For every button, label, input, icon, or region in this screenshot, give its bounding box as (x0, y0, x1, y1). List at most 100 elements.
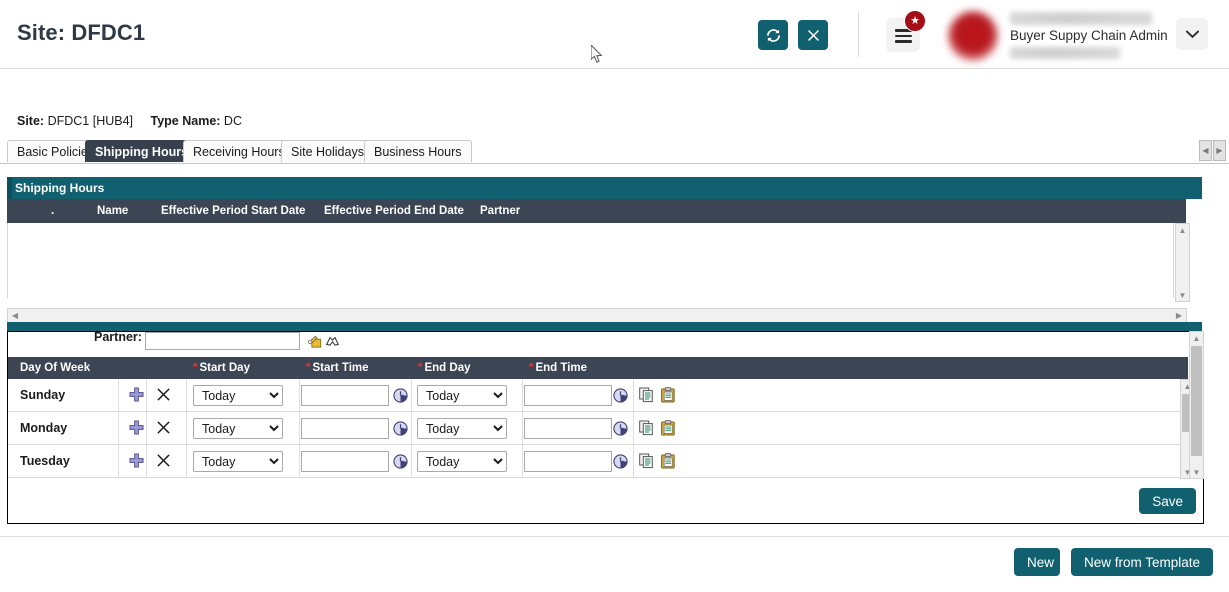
grid-col-partner[interactable]: Partner (480, 199, 520, 223)
start-time-input[interactable] (301, 385, 389, 406)
header-divider (858, 12, 859, 57)
grid-horizontal-scrollbar[interactable]: ◀ ▶ (7, 308, 1187, 323)
breadcrumb-type-label: Type Name: (151, 114, 221, 128)
detail-column-header: Day Of Week *Start Day *Start Time *End … (8, 357, 1188, 379)
panel-scroll-up-arrow[interactable]: ▲ (1190, 332, 1203, 344)
grid-scroll-down-arrow[interactable]: ▼ (1176, 289, 1189, 301)
end-time-input[interactable] (524, 385, 612, 406)
grid-col-end-date[interactable]: Effective Period End Date (324, 199, 464, 223)
panel-vertical-scrollbar[interactable]: ▲ ▼ (1189, 331, 1204, 479)
end-day-select[interactable]: Today (417, 451, 507, 472)
paste-icon[interactable] (661, 420, 675, 436)
end-day-select[interactable]: Today (417, 385, 507, 406)
grid-title-text: Shipping Hours (15, 181, 104, 195)
tab-receiving-hours[interactable]: Receiving Hours (183, 140, 295, 162)
table-row: Tuesday Today Today (8, 445, 1180, 478)
footer-separator (0, 536, 1229, 537)
plus-icon[interactable] (129, 387, 144, 402)
user-menu-button[interactable] (1176, 18, 1208, 50)
close-button[interactable] (798, 20, 828, 50)
page-title: Site: DFDC1 (17, 20, 145, 46)
refresh-button[interactable] (758, 20, 788, 50)
grid-col-start-date[interactable]: Effective Period Start Date (161, 199, 305, 223)
refresh-icon (766, 28, 781, 43)
row-day-label: Sunday (20, 379, 65, 411)
plus-icon[interactable] (129, 420, 144, 435)
breadcrumb: Site: DFDC1 [HUB4] Type Name: DC (17, 114, 256, 128)
col-day-of-week[interactable]: Day Of Week (20, 357, 90, 379)
clock-icon[interactable] (613, 388, 628, 403)
paste-icon[interactable] (661, 387, 675, 403)
start-day-select[interactable]: Today (193, 451, 283, 472)
col-end-time[interactable]: *End Time (529, 357, 587, 379)
new-button[interactable]: New (1014, 548, 1060, 576)
end-time-input[interactable] (524, 418, 612, 439)
sub-header: Site: DFDC1 [HUB4] Type Name: DC (0, 69, 1229, 139)
clock-icon[interactable] (393, 388, 408, 403)
lookup-icon[interactable] (307, 334, 322, 348)
chevron-down-icon (1186, 30, 1199, 39)
required-marker: * (529, 362, 533, 374)
paste-icon[interactable] (661, 453, 675, 469)
row-day-label: Tuesday (20, 445, 70, 477)
end-time-input[interactable] (524, 451, 612, 472)
app-root: Site: DFDC1 ★ Buyer Suppy Chain Admin (0, 0, 1229, 592)
tab-scroll-left-button[interactable]: ◀ (1199, 140, 1212, 161)
breadcrumb-type-value: DC (224, 114, 242, 128)
start-day-select[interactable]: Today (193, 418, 283, 439)
tab-site-holidays[interactable]: Site Holidays (281, 140, 374, 162)
tab-business-hours[interactable]: Business Hours (364, 140, 472, 162)
tab-scroll-controls: ◀ ▶ (1199, 140, 1227, 162)
partner-field-row: Partner: (8, 332, 1188, 358)
clock-icon[interactable] (613, 454, 628, 469)
start-day-select[interactable]: Today (193, 385, 283, 406)
binoculars-icon[interactable] (325, 335, 340, 347)
clock-icon[interactable] (393, 421, 408, 436)
delete-icon[interactable] (156, 387, 171, 402)
col-start-time[interactable]: *Start Time (306, 357, 369, 379)
tab-shipping-hours[interactable]: Shipping Hours (85, 140, 198, 162)
grid-vertical-scrollbar[interactable]: ▲ ▼ (1175, 223, 1190, 302)
partner-input[interactable] (145, 332, 300, 350)
delete-icon[interactable] (156, 420, 171, 435)
copy-icon[interactable] (639, 453, 655, 469)
table-row: Monday Today Today (8, 412, 1180, 445)
col-end-day[interactable]: *End Day (418, 357, 471, 379)
new-from-template-button[interactable]: New from Template (1071, 548, 1213, 576)
breadcrumb-site-label: Site: (17, 114, 44, 128)
panel-scroll-thumb[interactable] (1191, 346, 1202, 456)
grid-body-empty (7, 223, 1174, 298)
clock-icon[interactable] (613, 421, 628, 436)
avatar (948, 11, 998, 61)
col-start-day-label: Start Day (199, 362, 250, 374)
grid-scroll-right-arrow[interactable]: ▶ (1173, 309, 1185, 322)
panel-scroll-down-arrow[interactable]: ▼ (1190, 466, 1203, 478)
detail-rows-body: Sunday Today Today (8, 379, 1180, 479)
grid-scroll-up-arrow[interactable]: ▲ (1176, 224, 1189, 236)
start-time-input[interactable] (301, 418, 389, 439)
user-info: Buyer Suppy Chain Admin (1010, 12, 1180, 59)
partner-label: Partner: (94, 330, 142, 344)
col-day-of-week-label: Day Of Week (20, 362, 90, 374)
col-start-time-label: Start Time (312, 362, 368, 374)
user-subtitle-redacted (1010, 47, 1120, 59)
close-icon (807, 29, 820, 42)
grid-title-notch (7, 177, 12, 199)
menu-button[interactable]: ★ (886, 18, 920, 52)
copy-icon[interactable] (639, 387, 655, 403)
grid-col-name[interactable]: Name (97, 199, 128, 223)
col-end-time-label: End Time (535, 362, 587, 374)
copy-icon[interactable] (639, 420, 655, 436)
grid-col-index[interactable]: . (51, 199, 54, 223)
col-start-day[interactable]: *Start Day (193, 357, 250, 379)
required-marker: * (418, 362, 422, 374)
start-time-input[interactable] (301, 451, 389, 472)
grid-scroll-left-arrow[interactable]: ◀ (9, 309, 21, 322)
plus-icon[interactable] (129, 453, 144, 468)
tab-scroll-right-button[interactable]: ▶ (1213, 140, 1226, 161)
star-badge-icon: ★ (904, 10, 926, 32)
end-day-select[interactable]: Today (417, 418, 507, 439)
save-button[interactable]: Save (1139, 488, 1196, 514)
clock-icon[interactable] (393, 454, 408, 469)
delete-icon[interactable] (156, 453, 171, 468)
